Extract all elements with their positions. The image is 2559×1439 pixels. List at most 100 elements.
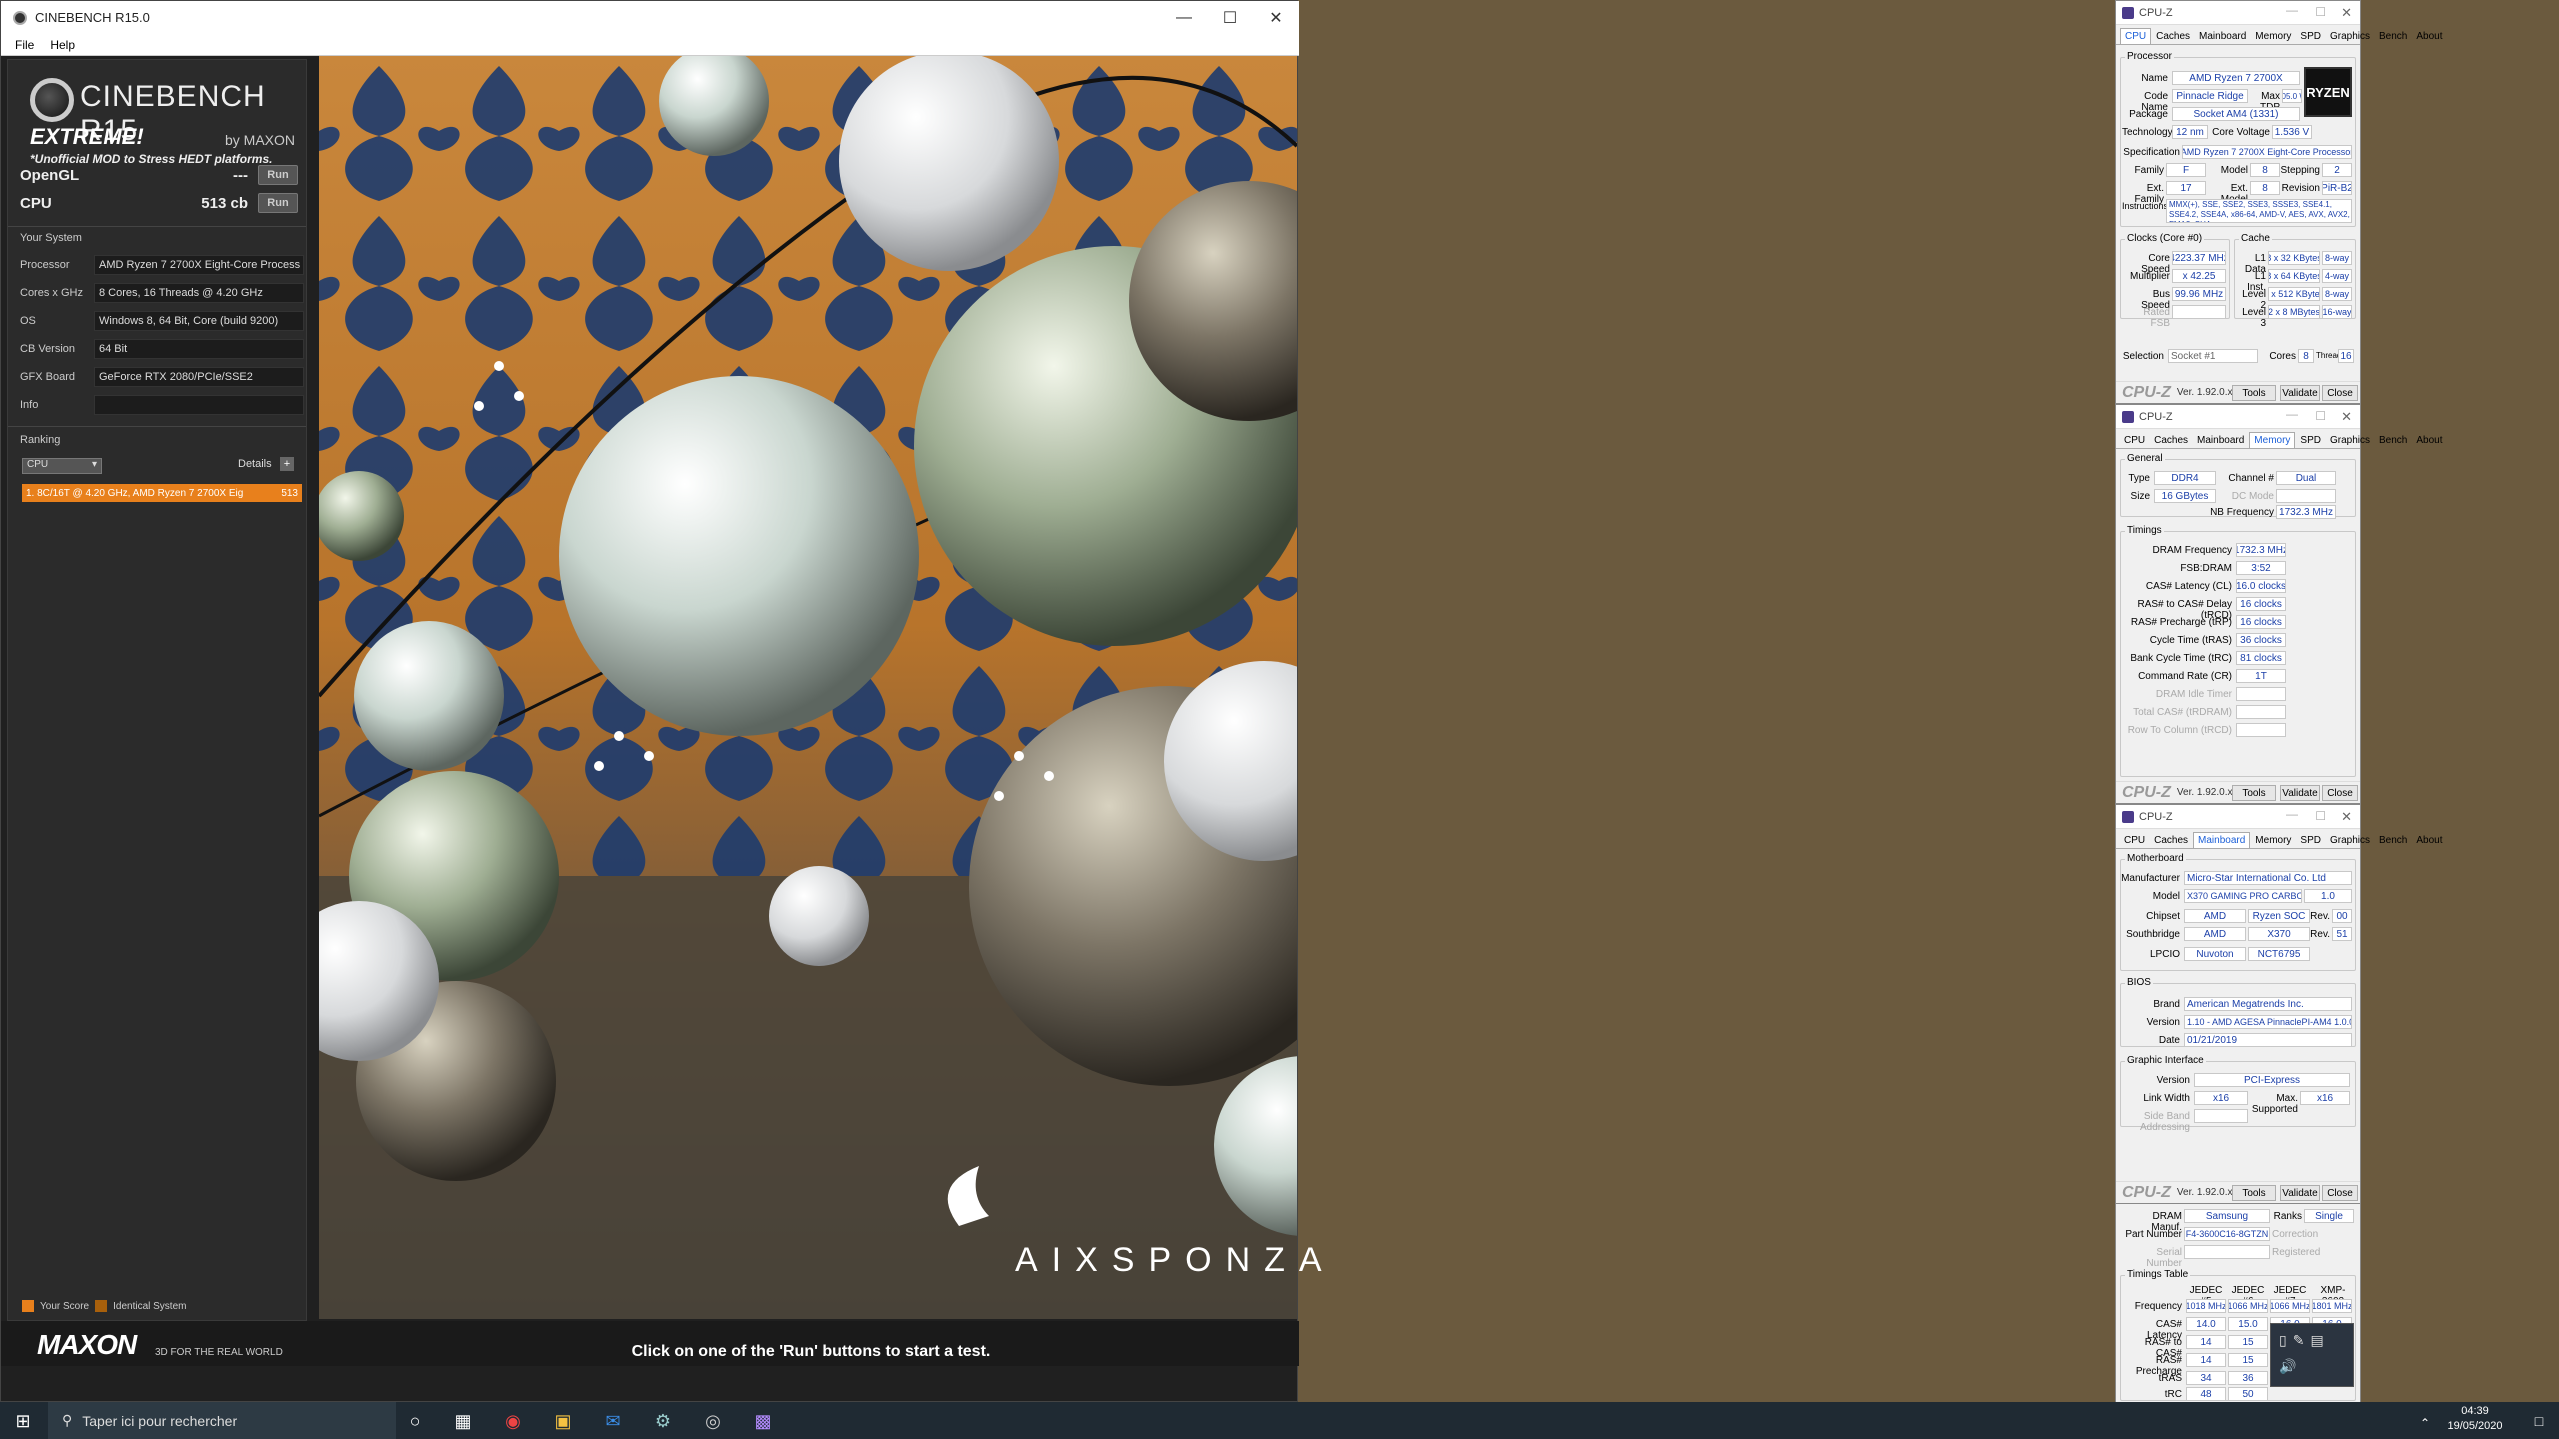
tab-graphics[interactable]: Graphics <box>2326 29 2374 44</box>
group-label: General <box>2125 453 2165 464</box>
mail-icon[interactable]: ✉ <box>598 1406 628 1436</box>
maximize-button[interactable]: ☐ <box>1207 1 1253 34</box>
close-icon[interactable]: ✕ <box>2341 5 2352 21</box>
pen-icon[interactable]: ✎ <box>2293 1332 2305 1352</box>
notification-icon[interactable]: □ <box>2524 1406 2554 1436</box>
validate-button[interactable]: Validate <box>2280 385 2320 401</box>
close-icon[interactable]: ✕ <box>2341 409 2352 425</box>
tools-button[interactable]: Tools <box>2232 785 2276 801</box>
maxon-tagline: 3D FOR THE REAL WORLD <box>155 1347 283 1358</box>
label: Registered <box>2272 1247 2321 1258</box>
ranking-heading: Ranking <box>20 434 61 446</box>
tab-cpu[interactable]: CPU <box>2120 833 2149 848</box>
tab-spd[interactable]: SPD <box>2296 433 2325 448</box>
maximize-button[interactable]: ☐ <box>2315 409 2326 423</box>
tools-button[interactable]: Tools <box>2232 1185 2276 1201</box>
tab-spd[interactable]: SPD <box>2296 833 2325 848</box>
windows-start-icon[interactable]: ⊞ <box>8 1406 38 1436</box>
file-explorer-icon[interactable]: ▣ <box>548 1406 578 1436</box>
trcd-value: 16 clocks <box>2236 597 2286 611</box>
part-number-value: F4-3600C16-8GTZN <box>2184 1227 2270 1241</box>
l3-value: 2 x 8 MBytes <box>2268 305 2320 319</box>
close-button[interactable]: Close <box>2322 385 2358 401</box>
label: Name <box>2141 73 2168 84</box>
volume-icon[interactable]: 🔊 <box>2279 1358 2296 1378</box>
label: Cycle Time (tRAS) <box>2149 635 2232 646</box>
minimize-button[interactable]: — <box>2286 407 2298 421</box>
cpuz-footer: CPU-Z Ver. 1.92.0.x64 Tools Validate Clo… <box>2116 1181 2360 1203</box>
cortana-icon[interactable]: ○ <box>400 1406 430 1436</box>
task-view-icon[interactable]: ▦ <box>448 1406 478 1436</box>
tab-about[interactable]: About <box>2412 29 2446 44</box>
maximize-button[interactable]: ☐ <box>2315 809 2326 823</box>
socket-select[interactable]: Socket #1 <box>2168 349 2258 363</box>
label: Row To Column (tRCD) <box>2127 725 2232 736</box>
tab-memory[interactable]: Memory <box>2251 29 2295 44</box>
info-field[interactable] <box>94 395 304 415</box>
cpuz-app-icon <box>2122 410 2134 423</box>
minimize-button[interactable]: — <box>2286 3 2298 17</box>
cpuz-brand: CPU-Z <box>2122 383 2171 401</box>
tab-caches[interactable]: Caches <box>2152 29 2194 44</box>
cpuz-brand: CPU-Z <box>2122 1183 2171 1201</box>
tab-memory[interactable]: Memory <box>2251 833 2295 848</box>
opengl-run-button[interactable]: Run <box>258 165 298 185</box>
render-scene <box>319 56 1297 1319</box>
stepping-value: 2 <box>2322 163 2352 177</box>
table-cell: 34 <box>2186 1371 2226 1385</box>
ranking-item-score: 513 <box>281 487 298 499</box>
label: DC Mode <box>2231 491 2274 502</box>
close-button[interactable]: Close <box>2322 1185 2358 1201</box>
tab-cpu[interactable]: CPU <box>2120 28 2152 44</box>
dram-manuf-value: Samsung <box>2184 1209 2270 1223</box>
steam-icon[interactable]: ⚙ <box>648 1406 678 1436</box>
tools-button[interactable]: Tools <box>2232 385 2276 401</box>
socket-select-value: Socket #1 <box>2171 350 2216 362</box>
tab-caches[interactable]: Caches <box>2150 833 2192 848</box>
tab-graphics[interactable]: Graphics <box>2326 833 2374 848</box>
validate-button[interactable]: Validate <box>2280 785 2320 801</box>
tab-mainboard[interactable]: Mainboard <box>2195 29 2250 44</box>
label: Brand <box>2153 999 2180 1010</box>
details-expand-button[interactable]: + <box>280 457 294 471</box>
network-icon[interactable]: ▤ <box>2310 1332 2323 1352</box>
details-link[interactable]: Details <box>238 458 272 470</box>
cinebench-app-icon <box>13 10 27 25</box>
menu-file[interactable]: File <box>15 38 34 52</box>
close-button[interactable]: Close <box>2322 785 2358 801</box>
tras-value: 36 clocks <box>2236 633 2286 647</box>
tab-mainboard[interactable]: Mainboard <box>2193 433 2248 448</box>
ranking-select[interactable]: CPU ▾ <box>22 458 102 474</box>
tab-mainboard[interactable]: Mainboard <box>2193 832 2251 848</box>
trc-value: 81 clocks <box>2236 651 2286 665</box>
cpuz-taskbar-icon[interactable]: ▩ <box>748 1406 778 1436</box>
validate-button[interactable]: Validate <box>2280 1185 2320 1201</box>
taskbar-search[interactable]: ⚲ Taper ici pour rechercher <box>48 1402 396 1439</box>
minimize-button[interactable]: — <box>2286 807 2298 821</box>
maximize-button[interactable]: ☐ <box>2315 5 2326 19</box>
cpu-run-button[interactable]: Run <box>258 193 298 213</box>
tab-about[interactable]: About <box>2412 833 2446 848</box>
cpuz-window-cpu: CPU-Z — ☐ ✕ CPU Caches Mainboard Memory … <box>2115 0 2443 404</box>
tab-bench[interactable]: Bench <box>2375 433 2411 448</box>
minimize-button[interactable]: — <box>1161 1 1207 34</box>
tab-bench[interactable]: Bench <box>2375 29 2411 44</box>
close-icon[interactable]: ✕ <box>2341 809 2352 825</box>
menu-help[interactable]: Help <box>50 38 75 52</box>
tab-cpu[interactable]: CPU <box>2120 433 2149 448</box>
chrome-icon[interactable]: ◉ <box>498 1406 528 1436</box>
tab-spd[interactable]: SPD <box>2296 29 2325 44</box>
dram-frequency-value: 1732.3 MHz <box>2236 543 2286 557</box>
tab-caches[interactable]: Caches <box>2150 433 2192 448</box>
cinebench-taskbar-icon[interactable]: ◎ <box>698 1406 728 1436</box>
manufacturer-value: Micro-Star International Co. Ltd <box>2184 871 2352 885</box>
tab-about[interactable]: About <box>2412 433 2446 448</box>
taskbar-clock[interactable]: 04:39 19/05/2020 <box>2430 1404 2520 1434</box>
usb-icon[interactable]: ▯ <box>2279 1332 2287 1352</box>
tab-graphics[interactable]: Graphics <box>2326 433 2374 448</box>
ranking-list-item[interactable]: 1. 8C/16T @ 4.20 GHz, AMD Ryzen 7 2700X … <box>22 484 302 502</box>
close-button[interactable]: ✕ <box>1253 1 1299 34</box>
tab-memory[interactable]: Memory <box>2249 432 2296 448</box>
cpuz-spd-panel: DRAM Manuf. Samsung Ranks Single Part Nu… <box>2116 1191 2360 1403</box>
tab-bench[interactable]: Bench <box>2375 833 2411 848</box>
